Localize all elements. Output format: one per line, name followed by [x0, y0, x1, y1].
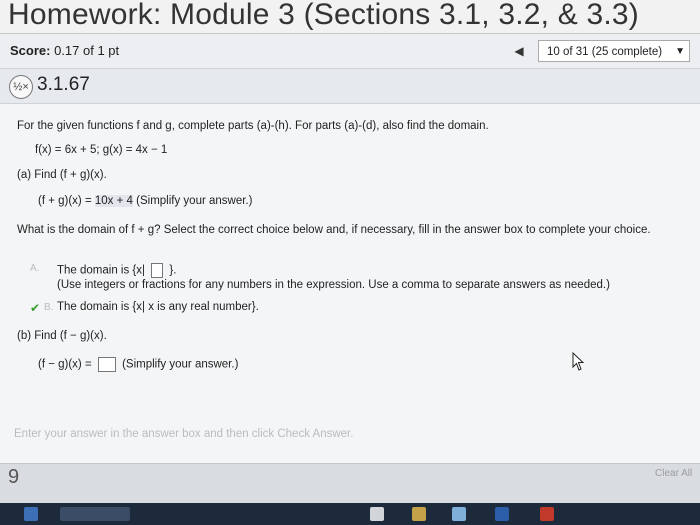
part-b-hint: (Simplify your answer.)	[122, 358, 239, 371]
question-prompt: For the given functions f and g, complet…	[17, 120, 489, 132]
partial-credit-icon: ½×	[9, 75, 33, 99]
choice-a-text: The domain is {x| }.	[57, 263, 176, 278]
parts-remaining: 9	[8, 466, 20, 488]
part-a-prefix: (f + g)(x) =	[38, 195, 92, 207]
part-a-answer-line: (f + g)(x) = 10x + 4 (Simplify your answ…	[38, 195, 252, 207]
footer-bar: 9 Clear All	[0, 463, 700, 504]
file-explorer-icon[interactable]	[412, 507, 426, 521]
question-position: 10 of 31 (25 complete)	[547, 46, 663, 58]
mouse-pointer-icon	[572, 352, 585, 371]
choice-a-letter[interactable]: A.	[30, 263, 39, 274]
score-label: Score:	[10, 43, 51, 58]
word-icon[interactable]	[495, 507, 509, 521]
choice-a-suffix: }.	[169, 264, 177, 277]
down-triangle-icon: ▼	[675, 46, 685, 57]
search-box-icon[interactable]	[60, 507, 130, 521]
part-b-answer-line: (f − g)(x) = (Simplify your answer.)	[38, 357, 238, 372]
app-icon-2[interactable]	[540, 507, 554, 521]
score-bar: Score: 0.17 of 1 pt ◀ 10 of 31 (25 compl…	[0, 34, 700, 69]
choice-a-hint: (Use integers or fractions for any numbe…	[57, 279, 610, 291]
domain-question: What is the domain of f + g? Select the …	[17, 224, 651, 236]
app-header: Homework: Module 3 (Sections 3.1, 3.2, &…	[0, 0, 700, 34]
part-a-answer-value[interactable]: 10x + 4	[94, 195, 133, 207]
score-value: 0.17 of 1 pt	[54, 43, 120, 58]
choice-a-input[interactable]	[151, 263, 164, 278]
question-navigator-dropdown[interactable]: 10 of 31 (25 complete) ▼	[538, 40, 690, 62]
part-b-prefix: (f − g)(x) =	[38, 358, 92, 371]
choice-b-letter[interactable]: B.	[44, 302, 53, 313]
page-title: Homework: Module 3 (Sections 3.1, 3.2, &…	[8, 0, 639, 31]
clear-all-button[interactable]: Clear All	[655, 468, 692, 479]
choice-b-text: The domain is {x| x is any real number}.	[57, 301, 259, 313]
part-b-label: (b) Find (f − g)(x).	[17, 330, 107, 342]
os-taskbar	[0, 503, 700, 525]
left-triangle-icon[interactable]: ◀	[508, 40, 530, 62]
part-a-hint: (Simplify your answer.)	[136, 195, 253, 207]
score-text: Score: 0.17 of 1 pt	[10, 43, 119, 58]
question-content: For the given functions f and g, complet…	[0, 104, 700, 464]
function-definitions: f(x) = 6x + 5; g(x) = 4x − 1	[35, 144, 168, 156]
check-icon: ✔	[30, 301, 41, 315]
question-number: 3.1.67	[37, 74, 90, 95]
question-header: ½× 3.1.67	[0, 69, 700, 104]
part-a-label: (a) Find (f + g)(x).	[17, 169, 107, 181]
windows-start-icon[interactable]	[24, 507, 38, 521]
part-b-answer-input[interactable]	[97, 357, 116, 372]
app-icon[interactable]	[452, 507, 466, 521]
choice-a-prefix: The domain is {x|	[57, 264, 146, 277]
instruction-text: Enter your answer in the answer box and …	[14, 428, 354, 440]
browser-icon[interactable]	[370, 507, 384, 521]
